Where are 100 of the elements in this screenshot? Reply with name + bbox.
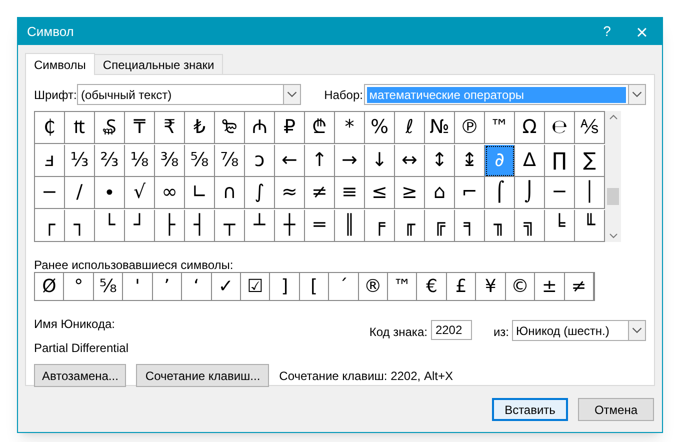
symbol-cell[interactable]: − (35, 177, 65, 209)
symbol-cell[interactable]: ╗ (515, 210, 545, 242)
recent-symbol-cell[interactable]: ± (535, 273, 565, 300)
symbol-cell[interactable]: ↔ (395, 144, 425, 176)
symbol-cell[interactable]: ╒ (365, 210, 395, 242)
symbol-cell[interactable]: ∕ (65, 177, 95, 209)
symbol-cell[interactable]: ┬ (215, 210, 245, 242)
symbol-cell[interactable]: ┼ (275, 210, 305, 242)
symbol-cell[interactable]: ↑ (305, 144, 335, 176)
symbol-cell[interactable]: ╓ (395, 210, 425, 242)
symbol-cell[interactable]: → (335, 144, 365, 176)
recent-symbol-cell[interactable]: ⅝ (94, 273, 124, 300)
symbol-cell[interactable]: ₾ (305, 112, 335, 144)
symbol-cell[interactable]: └ (95, 210, 125, 242)
symbol-cell[interactable]: ╖ (485, 210, 515, 242)
symbol-cell[interactable]: ₼ (245, 112, 275, 144)
recent-symbol-cell[interactable]: € (417, 273, 447, 300)
symbol-cell[interactable]: ₷ (95, 112, 125, 144)
symbol-cell[interactable]: ↓ (365, 144, 395, 176)
recent-symbol-cell[interactable]: [ (300, 273, 330, 300)
symbol-cell[interactable]: ⅝ (185, 144, 215, 176)
symbol-cell[interactable]: ₵ (35, 112, 65, 144)
cancel-button[interactable]: Отмена (578, 398, 654, 421)
symbol-cell[interactable]: ║ (335, 210, 365, 242)
symbol-cell[interactable]: ⅍ (575, 112, 605, 144)
shortcut-key-button[interactable]: Сочетание клавиш... (136, 364, 270, 387)
symbol-cell[interactable]: № (425, 112, 455, 144)
symbol-cell[interactable]: ⅔ (95, 144, 125, 176)
recent-symbol-cell[interactable]: Ø (35, 273, 64, 300)
symbol-cell[interactable]: ℓ (395, 112, 425, 144)
symbol-cell[interactable]: ⌠ (485, 177, 515, 209)
char-code-field[interactable]: 2202 (431, 320, 472, 340)
symbol-cell[interactable]: ↕ (425, 144, 455, 176)
symbol-cell[interactable]: ┘ (125, 210, 155, 242)
recent-symbol-cell[interactable]: ´ (329, 273, 359, 300)
symbol-cell[interactable]: ╔ (425, 210, 455, 242)
symbol-cell[interactable]: │ (575, 177, 605, 209)
symbol-cell[interactable]: ∫ (245, 177, 275, 209)
recent-symbol-cell[interactable]: ' (123, 273, 153, 300)
symbol-cell[interactable]: ⅎ (35, 144, 65, 176)
recent-symbol-cell[interactable]: ✓ (212, 273, 241, 300)
from-dropdown[interactable]: Юникод (шестн.) (512, 320, 646, 341)
symbol-cell[interactable]: ∑ (575, 144, 605, 176)
recent-symbol-cell[interactable]: © (506, 273, 536, 300)
symbol-cell[interactable]: ⅛ (125, 144, 155, 176)
symbol-cell[interactable]: ┐ (65, 210, 95, 242)
symbol-cell[interactable]: ╘ (545, 210, 575, 242)
symbol-cell[interactable]: ∙ (95, 177, 125, 209)
recent-symbol-cell[interactable]: £ (446, 273, 476, 300)
symbol-cell[interactable]: % (365, 112, 395, 144)
scroll-thumb[interactable] (607, 188, 619, 205)
symbol-cell[interactable]: ₺ (185, 112, 215, 144)
recent-symbol-cell[interactable]: ] (270, 273, 300, 300)
symbol-cell[interactable]: ∏ (545, 144, 575, 176)
symbol-cell[interactable]: ┴ (245, 210, 275, 242)
symbol-cell[interactable]: ≡ (335, 177, 365, 209)
symbol-cell[interactable]: ═ (305, 210, 335, 242)
symbol-cell[interactable]: ┌ (35, 210, 65, 242)
symbol-cell[interactable]: ℮ (545, 112, 575, 144)
symbol-cell[interactable]: ≤ (365, 177, 395, 209)
symbol-cell[interactable]: ← (275, 144, 305, 176)
symbol-cell[interactable]: ─ (545, 177, 575, 209)
tab[interactable]: Специальные знаки (94, 54, 224, 74)
font-dropdown[interactable]: (обычный текст) (76, 84, 302, 105)
autocorrect-button[interactable]: Автозамена... (34, 364, 126, 387)
symbol-cell[interactable]: ↨ (455, 144, 485, 176)
recent-symbol-cell[interactable]: ™ (388, 273, 418, 300)
symbol-cell[interactable]: ™ (485, 112, 515, 144)
symbol-cell[interactable]: ℗ (455, 112, 485, 144)
symbol-cell[interactable]: ⅞ (215, 144, 245, 176)
symbol-cell[interactable]: * (335, 112, 365, 144)
symbol-cell[interactable]: ≠ (305, 177, 335, 209)
scroll-up-icon[interactable] (608, 114, 618, 120)
symbol-cell[interactable]: ↄ (245, 144, 275, 176)
symbol-cell[interactable]: ⌐ (455, 177, 485, 209)
recent-symbol-cell[interactable]: ☑ (240, 273, 270, 300)
symbol-cell[interactable]: √ (125, 177, 155, 209)
symbol-cell[interactable]: ∟ (185, 177, 215, 209)
symbol-cell[interactable]: ≥ (395, 177, 425, 209)
recent-symbol-cell[interactable]: ’ (152, 273, 182, 300)
tab[interactable]: Символы (25, 53, 95, 75)
symbol-cell[interactable]: ∩ (215, 177, 245, 209)
symbol-cell[interactable]: ├ (155, 210, 185, 242)
recent-symbol-cell[interactable]: ® (358, 273, 388, 300)
symbol-cell[interactable]: ⅓ (65, 144, 95, 176)
symbol-cell[interactable]: ╕ (455, 210, 485, 242)
symbol-cell[interactable]: ≈ (275, 177, 305, 209)
symbol-cell[interactable]: Ω (515, 112, 545, 144)
symbol-cell[interactable]: ┤ (185, 210, 215, 242)
symbol-cell[interactable]: ₻ (215, 112, 245, 144)
symbol-cell[interactable]: ₸ (125, 112, 155, 144)
symbol-cell[interactable]: ╙ (575, 210, 605, 242)
scroll-down-icon[interactable] (608, 233, 618, 239)
insert-button[interactable]: Вставить (492, 398, 568, 421)
symbol-cell[interactable]: ∞ (155, 177, 185, 209)
recent-symbol-cell[interactable]: ¥ (476, 273, 506, 300)
symbol-cell[interactable]: ⌂ (425, 177, 455, 209)
recent-symbol-cell[interactable]: ° (64, 273, 94, 300)
recent-symbol-cell[interactable]: ‘ (182, 273, 212, 300)
symbol-cell[interactable]: ∆ (515, 144, 545, 176)
